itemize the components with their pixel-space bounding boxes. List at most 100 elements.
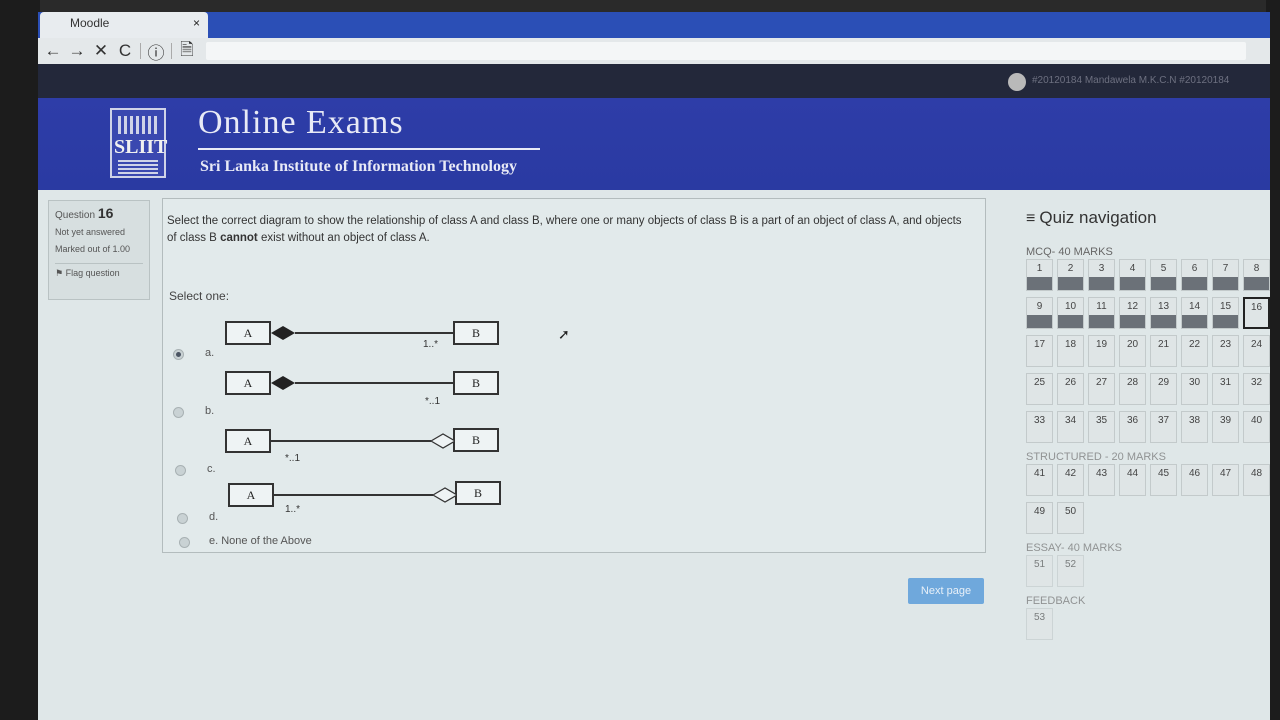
banner-divider [198, 148, 540, 150]
mouse-cursor-icon: ➚ [558, 326, 570, 342]
user-name[interactable]: #20120184 Mandawela M.K.C.N #20120184 [1032, 75, 1229, 86]
quiz-nav-button[interactable]: 10 [1057, 297, 1084, 329]
quiz-nav-button[interactable]: 31 [1212, 373, 1239, 405]
option-b-label[interactable]: b. [205, 405, 214, 417]
page-icon[interactable]: 🗎 [178, 37, 196, 66]
quiz-nav-button[interactable]: 22 [1181, 335, 1208, 367]
quiz-nav-button[interactable]: 37 [1150, 411, 1177, 443]
quiz-nav-button[interactable]: 43 [1088, 464, 1115, 496]
quiz-nav-button[interactable]: 28 [1119, 373, 1146, 405]
quiz-nav-button[interactable]: 19 [1088, 335, 1115, 367]
quiz-nav-button[interactable]: 5 [1150, 259, 1177, 291]
option-d-radio[interactable] [177, 513, 188, 524]
answered-indicator [1120, 277, 1145, 290]
quiz-nav-button[interactable]: 27 [1088, 373, 1115, 405]
quiz-nav-button[interactable]: 52 [1057, 555, 1084, 587]
quiz-nav-button[interactable]: 24 [1243, 335, 1270, 367]
quiz-nav-button[interactable]: 18 [1057, 335, 1084, 367]
quiz-nav-button[interactable]: 21 [1150, 335, 1177, 367]
stop-icon[interactable]: ✕ [92, 41, 110, 61]
answered-indicator [1151, 315, 1176, 328]
quiz-nav-button[interactable]: 42 [1057, 464, 1084, 496]
address-bar[interactable] [206, 42, 1246, 60]
quiz-nav-button[interactable]: 44 [1119, 464, 1146, 496]
quiz-nav-button[interactable]: 6 [1181, 259, 1208, 291]
option-b-radio[interactable] [173, 407, 184, 418]
quiz-nav-button[interactable]: 51 [1026, 555, 1053, 587]
quiz-nav-button[interactable]: 2 [1057, 259, 1084, 291]
quiz-nav-button[interactable]: 39 [1212, 411, 1239, 443]
quiz-nav-button[interactable]: 11 [1088, 297, 1115, 329]
option-c-radio[interactable] [175, 465, 186, 476]
quiz-nav-button[interactable]: 15 [1212, 297, 1239, 329]
quiz-nav-button[interactable]: 12 [1119, 297, 1146, 329]
option-a-label[interactable]: a. [205, 347, 214, 359]
option-c-label[interactable]: c. [207, 463, 216, 475]
quiz-nav-button[interactable]: 14 [1181, 297, 1208, 329]
quiz-nav-button[interactable]: 16 [1243, 297, 1270, 329]
quiz-nav-button[interactable]: 7 [1212, 259, 1239, 291]
quiz-nav-button-label: 33 [1033, 415, 1046, 426]
quiz-nav-button[interactable]: 4 [1119, 259, 1146, 291]
quiz-nav-button[interactable]: 50 [1057, 502, 1084, 534]
quiz-nav-button[interactable]: 26 [1057, 373, 1084, 405]
question-text-part: exist without an object of class A. [257, 232, 430, 244]
quiz-nav-button[interactable]: 48 [1243, 464, 1270, 496]
option-e-radio[interactable] [179, 537, 190, 548]
quiz-nav-button[interactable]: 33 [1026, 411, 1053, 443]
quiz-nav-button[interactable]: 34 [1057, 411, 1084, 443]
tab-close-icon[interactable]: × [193, 16, 200, 30]
browser-tab[interactable]: Moodle × [40, 12, 208, 38]
quiz-nav-button-label: 19 [1095, 339, 1108, 350]
option-e-label[interactable]: e. None of the Above [209, 535, 312, 547]
quiz-nav-button[interactable]: 49 [1026, 502, 1053, 534]
next-page-button[interactable]: Next page [908, 578, 984, 604]
quiz-nav-button[interactable]: 53 [1026, 608, 1053, 640]
quiz-nav-button[interactable]: 47 [1212, 464, 1239, 496]
quiz-nav-button[interactable]: 38 [1181, 411, 1208, 443]
quiz-nav-button[interactable]: 30 [1181, 373, 1208, 405]
back-icon[interactable]: ← [44, 41, 62, 61]
quiz-nav-button-label: 52 [1064, 559, 1077, 570]
uml-multiplicity: *..1 [285, 453, 301, 464]
quiz-nav-button[interactable]: 20 [1119, 335, 1146, 367]
forward-icon[interactable]: → [68, 41, 86, 61]
quiz-nav-button[interactable]: 46 [1181, 464, 1208, 496]
quiz-nav-title: ≡ Quiz navigation [1026, 208, 1270, 228]
quiz-nav-section-title: ESSAY- 40 MARKS [1026, 542, 1122, 554]
quiz-nav-button-label: 38 [1188, 415, 1201, 426]
uml-multiplicity: 1..* [423, 339, 439, 350]
quiz-nav-button[interactable]: 3 [1088, 259, 1115, 291]
toolbar-divider [171, 43, 172, 59]
quiz-nav-button-label: 42 [1064, 468, 1077, 479]
sliit-logo: SLIIT [110, 108, 167, 178]
reload-icon[interactable]: C [116, 41, 134, 61]
menu-icon[interactable]: ≡ [1026, 210, 1035, 227]
quiz-nav-button[interactable]: 40 [1243, 411, 1270, 443]
flag-question-button[interactable]: ⚑ Flag question [55, 263, 143, 279]
avatar[interactable] [1008, 73, 1026, 91]
quiz-nav-button[interactable]: 41 [1026, 464, 1053, 496]
quiz-nav-button-label: 47 [1219, 468, 1232, 479]
site-info-icon[interactable]: ⓘ [147, 39, 165, 64]
quiz-nav-button[interactable]: 13 [1150, 297, 1177, 329]
quiz-nav-button-label: 49 [1033, 506, 1046, 517]
answered-indicator [1027, 277, 1052, 290]
quiz-nav-button[interactable]: 36 [1119, 411, 1146, 443]
quiz-nav-button-label: 1 [1036, 263, 1043, 274]
quiz-nav-button[interactable]: 23 [1212, 335, 1239, 367]
option-a-radio[interactable] [173, 349, 184, 360]
quiz-nav-button[interactable]: 9 [1026, 297, 1053, 329]
question-text-bold: cannot [220, 232, 258, 244]
quiz-nav-button[interactable]: 17 [1026, 335, 1053, 367]
quiz-nav-button[interactable]: 32 [1243, 373, 1270, 405]
quiz-nav-button[interactable]: 45 [1150, 464, 1177, 496]
quiz-nav-button[interactable]: 1 [1026, 259, 1053, 291]
quiz-nav-button[interactable]: 25 [1026, 373, 1053, 405]
quiz-nav-button[interactable]: 8 [1243, 259, 1270, 291]
quiz-nav-button[interactable]: 29 [1150, 373, 1177, 405]
tab-bar: Moodle × [38, 12, 1270, 38]
uml-class-b: B [453, 321, 499, 345]
quiz-nav-button[interactable]: 35 [1088, 411, 1115, 443]
option-d-label[interactable]: d. [209, 511, 218, 523]
